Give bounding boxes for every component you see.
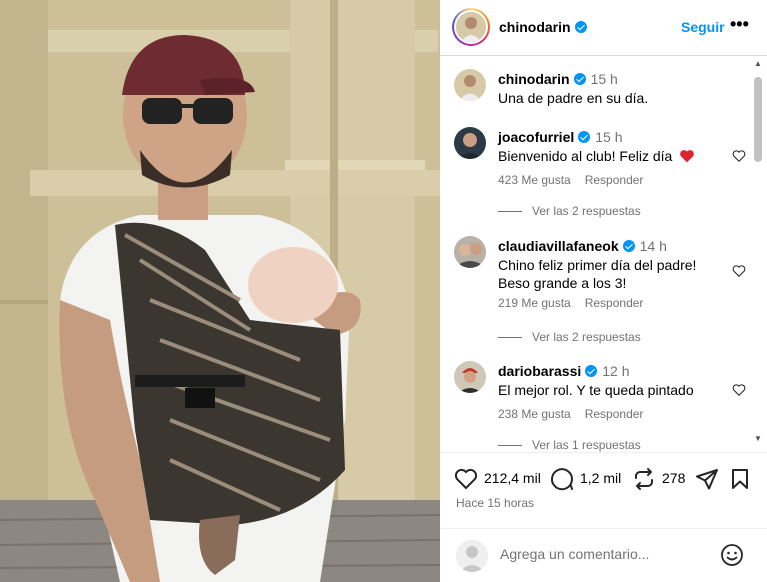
comment-text: El mejor rol. Y te queda pintado [498, 382, 694, 398]
comments-scrollbar[interactable]: ▲ ▼ [751, 57, 765, 452]
comment-avatar[interactable] [454, 361, 486, 393]
comment-time: 15 h [595, 129, 623, 145]
caption-username-text[interactable]: chinodarin [498, 71, 570, 87]
verified-icon [622, 240, 635, 252]
comment-avatar[interactable] [454, 236, 486, 268]
scroll-down-arrow-icon[interactable]: ▼ [754, 434, 762, 443]
post-header: chinodarin Seguir ••• [440, 0, 767, 56]
likes-count[interactable]: 212,4 mil [484, 470, 541, 486]
comment-item: joacofurriel 15 h Bienvenido al club! Fel… [454, 127, 749, 207]
comment-avatar[interactable] [454, 127, 486, 159]
comment-meta: 423 Me gusta Responder [498, 173, 657, 187]
verified-icon [573, 73, 586, 85]
comments-list[interactable]: chinodarin 15 h Una de padre en su día. j… [440, 57, 767, 452]
verified-icon [585, 365, 598, 377]
red-heart-emoji-icon [680, 150, 695, 163]
caption-avatar[interactable] [454, 69, 486, 101]
verified-icon [574, 21, 587, 33]
comment-likes[interactable]: 238 Me gusta [498, 407, 571, 421]
view-replies-button[interactable]: Ver las 1 respuestas [498, 438, 641, 452]
post-time-ago: Hace 15 horas [456, 496, 535, 510]
comment-username-text[interactable]: claudiavillafaneok [498, 238, 619, 254]
comment-item: claudiavillafaneok 14 h Chino feliz prime… [454, 236, 749, 336]
caption-time: 15 h [590, 71, 618, 87]
caption-text: Una de padre en su día. [498, 90, 649, 106]
comments-count[interactable]: 1,2 mil [580, 470, 621, 486]
comment-text-content: Bienvenido al club! Feliz día [498, 148, 673, 164]
author-username-text[interactable]: chinodarin [499, 19, 571, 35]
comment-username[interactable]: joacofurriel 15 h [498, 129, 623, 145]
repost-icon[interactable] [632, 467, 656, 491]
share-paper-plane-icon[interactable] [695, 467, 719, 491]
comment-meta: 219 Me gusta Responder [498, 296, 657, 310]
photo-illustration [0, 0, 440, 582]
view-replies-button[interactable]: Ver las 2 respuestas [498, 204, 641, 218]
reply-button[interactable]: Responder [585, 407, 644, 421]
scroll-up-arrow-icon[interactable]: ▲ [754, 59, 762, 68]
view-replies-label[interactable]: Ver las 2 respuestas [532, 330, 641, 344]
comment-username[interactable]: dariobarassi 12 h [498, 363, 630, 379]
reposts-count[interactable]: 278 [662, 470, 685, 486]
view-replies-label[interactable]: Ver las 2 respuestas [532, 204, 641, 218]
comment-bubble-icon[interactable] [550, 467, 574, 491]
verified-icon [578, 131, 591, 143]
scrollbar-thumb[interactable] [754, 77, 762, 162]
comment-item: dariobarassi 12 h El mejor rol. Y te qued… [454, 361, 749, 441]
like-comment-heart-icon[interactable] [732, 264, 746, 278]
post-actions: 212,4 mil 1,2 mil 278 Hace 15 horas [440, 452, 767, 528]
comment-text: Bienvenido al club! Feliz día [498, 147, 728, 165]
comment-likes[interactable]: 423 Me gusta [498, 173, 571, 187]
comment-meta: 238 Me gusta Responder [498, 407, 657, 421]
save-bookmark-icon[interactable] [728, 467, 752, 491]
comment-username[interactable]: claudiavillafaneok 14 h [498, 238, 667, 254]
comment-time: 14 h [639, 238, 667, 254]
add-comment-bar: Agrega un comentario... [440, 528, 767, 582]
follow-button[interactable]: Seguir [681, 19, 725, 35]
comment-input[interactable]: Agrega un comentario... [500, 546, 649, 562]
comment-time: 12 h [602, 363, 630, 379]
post-side-panel: chinodarin Seguir ••• chinodarin 15 h Una… [440, 0, 767, 582]
more-options-icon[interactable]: ••• [730, 14, 749, 35]
comment-username-text[interactable]: dariobarassi [498, 363, 581, 379]
like-comment-heart-icon[interactable] [732, 149, 746, 163]
caption: chinodarin 15 h Una de padre en su día. [454, 69, 749, 109]
reply-button[interactable]: Responder [585, 173, 644, 187]
author-avatar[interactable] [452, 8, 490, 46]
author-username[interactable]: chinodarin [499, 19, 587, 35]
emoji-picker-icon[interactable] [720, 543, 744, 567]
like-heart-icon[interactable] [454, 467, 478, 491]
comment-text: Chino feliz primer día del padre! Beso g… [498, 257, 697, 291]
comment-likes[interactable]: 219 Me gusta [498, 296, 571, 310]
post-photo[interactable] [0, 0, 440, 582]
view-replies-button[interactable]: Ver las 2 respuestas [498, 330, 641, 344]
like-comment-heart-icon[interactable] [732, 383, 746, 397]
caption-username[interactable]: chinodarin 15 h [498, 71, 618, 87]
view-replies-label[interactable]: Ver las 1 respuestas [532, 438, 641, 452]
reply-button[interactable]: Responder [585, 296, 644, 310]
comment-username-text[interactable]: joacofurriel [498, 129, 574, 145]
current-user-avatar [456, 540, 488, 572]
